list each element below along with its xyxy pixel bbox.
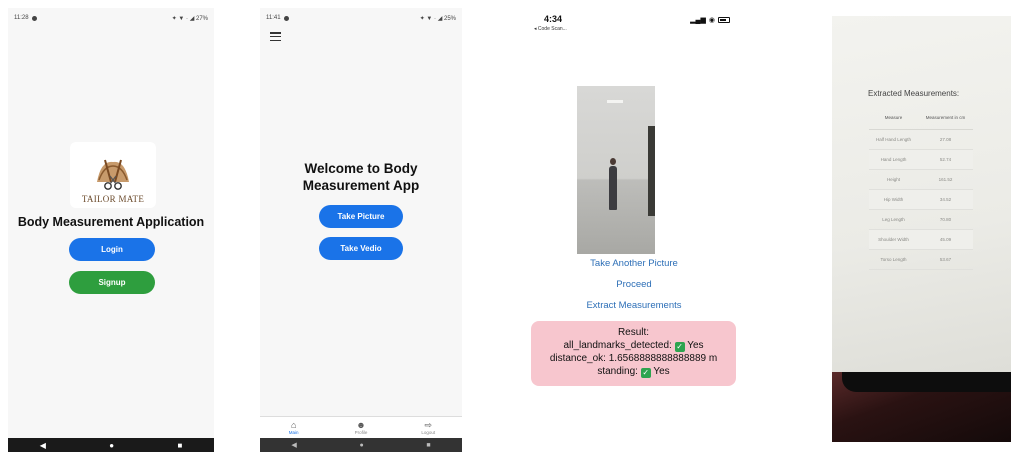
standing-line: standing: ✓ Yes [531,365,736,378]
tab-label: Logout [421,430,436,435]
table-header-row: Measure Measurement in cm [869,107,973,130]
hamburger-menu-icon[interactable] [270,32,281,41]
check-icon: ✓ [640,368,651,378]
signal-icon: ▂▄▆ [690,17,706,24]
status-indicators: ▂▄▆ ◉ [690,16,730,24]
measure-name: Half Hand Length [869,129,919,150]
capture-result-screen: 4:34 ◂ Code Scan... ▂▄▆ ◉ Take Another P… [520,8,748,452]
measure-name: Leg Length [869,209,919,230]
status-bar: 11:28 ✦ ▼ · ◢ 27% [8,8,214,28]
welcome-heading: Welcome to Body Measurement App [260,160,462,194]
welcome-line-2: Measurement App [302,178,420,193]
table-row: Leg Length 70.80 [869,209,973,230]
check-icon: ✓ [674,342,685,352]
captured-photo [577,86,655,254]
status-time: 11:28 [14,15,29,21]
login-screen: 11:28 ✦ ▼ · ◢ 27% TAILOR MATE Body Measu… [8,8,214,452]
bottom-tab-bar: ⌂ Main ☻ Profile ⇨ Logout [260,416,462,438]
measurements-table: Measure Measurement in cm Half Hand Leng… [869,107,973,270]
status-time: 11:41 [266,15,281,21]
result-heading: Result: [617,327,650,338]
standing-value: Yes [653,366,670,377]
back-icon[interactable]: ◀ [291,441,296,449]
measure-name: Height [869,169,919,190]
home-icon[interactable]: ● [359,442,363,449]
signup-button[interactable]: Signup [69,271,155,294]
tab-logout[interactable]: ⇨ Logout [408,420,448,435]
extract-measurements-link[interactable]: Extract Measurements [520,300,748,311]
status-indicators: ✦ ▼ · ◢ 27% [171,15,208,22]
column-header: Measure [869,107,919,130]
measure-name: Shoulder Width [869,229,919,250]
status-time: 4:34 [544,14,563,24]
take-video-button[interactable]: Take Vedio [319,237,403,260]
brand-name: TAILOR MATE [81,194,145,204]
take-another-picture-link[interactable]: Take Another Picture [520,258,748,269]
table-row: Half Hand Length 27.08 [869,129,973,150]
logout-icon: ⇨ [424,420,433,430]
measure-name: Hip Width [869,189,919,210]
column-header: Measurement in cm [918,107,973,130]
tab-label: Profile [354,430,368,435]
measure-value: 53.67 [918,249,973,270]
table-row: Shoulder Width 45.09 [869,229,973,250]
android-nav-bar: ◀ ● ■ [8,438,214,452]
notification-icon [31,15,37,21]
result-box: Result: all_landmarks_detected: ✓ Yes di… [531,321,736,386]
login-button[interactable]: Login [69,238,155,261]
battery-icon [718,17,730,23]
tab-label: Main [288,430,299,435]
landmarks-value: Yes [687,340,704,351]
notification-icon [283,15,289,21]
landmarks-label: all_landmarks_detected: [563,340,672,351]
sewing-tools-icon [97,159,129,190]
distance-line: distance_ok: 1.6568888888888889 m [549,353,718,364]
tab-profile[interactable]: ☻ Profile [341,420,381,435]
home-icon[interactable]: ● [109,441,114,450]
extracted-measurements-title: Extracted Measurements: [868,89,960,98]
measure-value: 45.09 [918,229,973,250]
standing-label: standing: [597,366,638,377]
phone-bezel [832,372,1011,442]
wifi-icon: ◉ [708,17,715,24]
tailor-mate-logo: TAILOR MATE [70,142,156,208]
table-row: Height 161.52 [869,169,973,190]
measure-value: 27.08 [918,129,973,150]
measurements-photo: Extracted Measurements: Measure Measurem… [832,16,1011,442]
recents-icon[interactable]: ■ [426,442,430,449]
table-row: Hip Width 34.52 [869,189,973,210]
home-screen: 11:41 ✦ ▼ · ◢ 25% Welcome to Body Measur… [260,8,462,452]
tab-main[interactable]: ⌂ Main [274,420,314,435]
table-row: Torso Length 53.67 [869,249,973,270]
back-icon[interactable]: ◀ [40,441,46,450]
measure-name: Torso Length [869,249,919,270]
home-icon: ⌂ [290,420,297,430]
back-to-app-link[interactable]: ◂ Code Scan... [534,26,567,32]
person-icon: ☻ [356,420,366,430]
measure-value: 52.74 [918,149,973,170]
status-indicators: ✦ ▼ · ◢ 25% [419,15,456,22]
measure-value: 34.52 [918,189,973,210]
android-nav-bar: ◀ ● ■ [260,438,462,452]
landmarks-line: all_landmarks_detected: ✓ Yes [531,339,736,352]
measure-value: 70.80 [918,209,973,230]
recents-icon[interactable]: ■ [177,441,182,450]
welcome-line-1: Welcome to Body [304,161,418,176]
app-title: Body Measurement Application [17,215,205,229]
measure-value: 161.52 [918,169,973,190]
status-bar: 11:41 ✦ ▼ · ◢ 25% [260,8,462,28]
proceed-link[interactable]: Proceed [520,279,748,290]
measure-name: Hand Length [869,149,919,170]
take-picture-button[interactable]: Take Picture [319,205,403,228]
table-row: Hand Length 52.74 [869,149,973,170]
